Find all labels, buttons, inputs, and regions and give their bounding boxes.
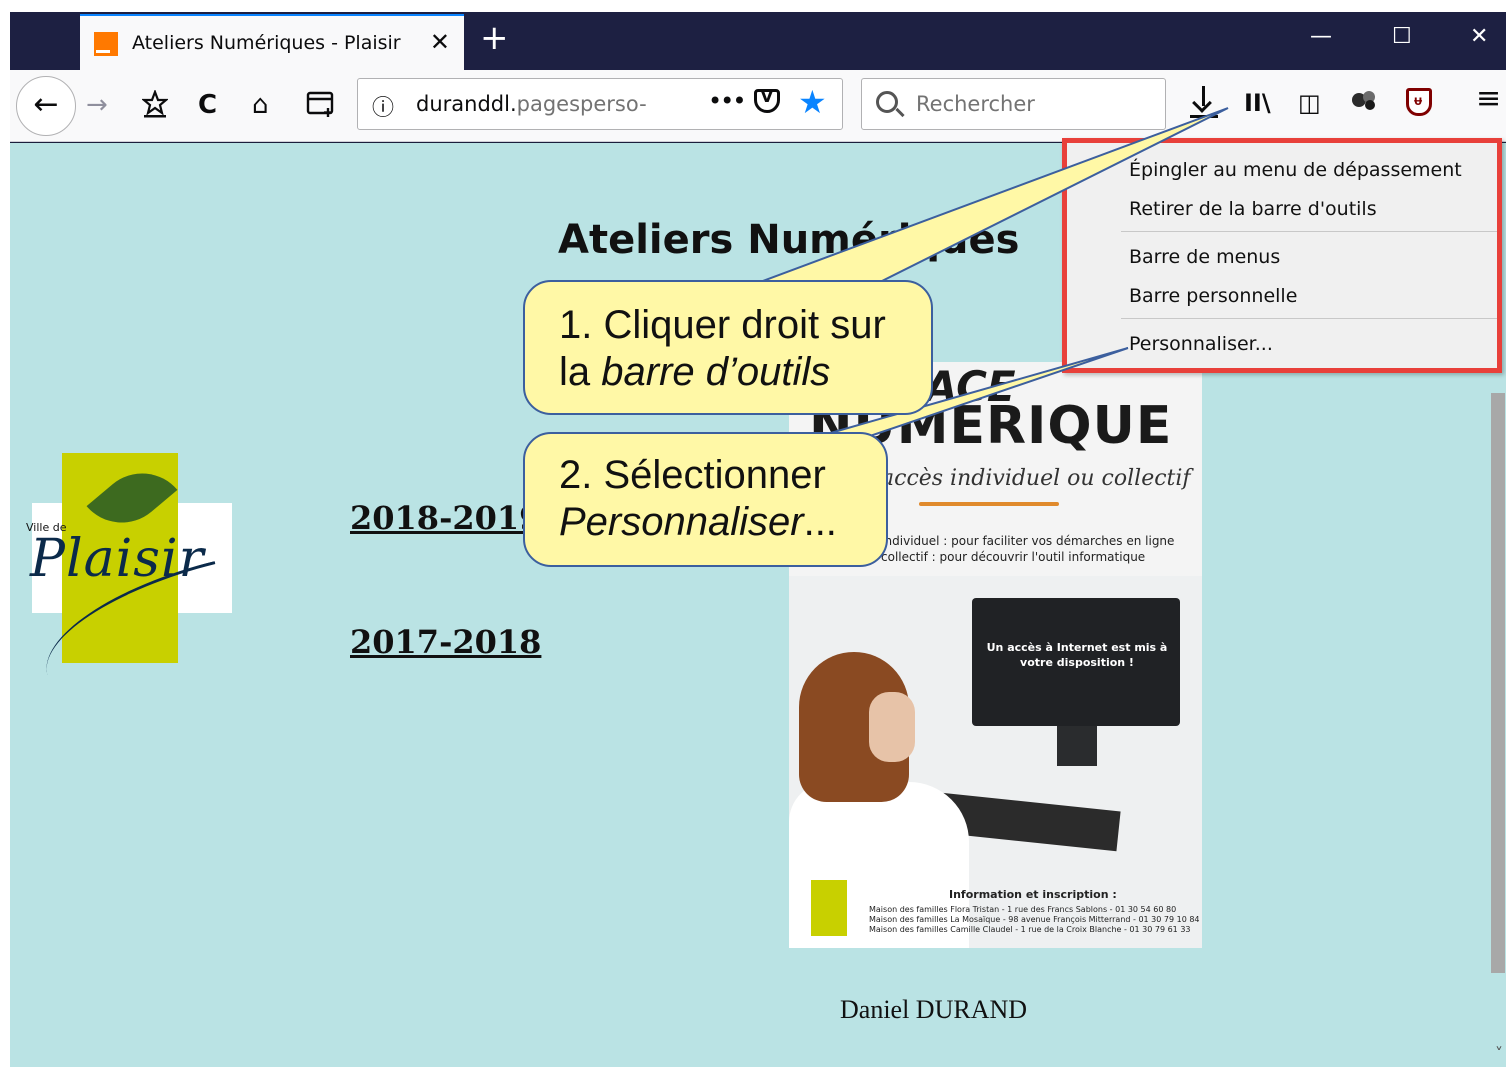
tab-close-icon[interactable]: ✕ bbox=[430, 28, 450, 56]
url-host: duranddl. bbox=[416, 92, 517, 116]
tab-active[interactable]: Ateliers Numériques - Plaisir ✕ bbox=[80, 14, 464, 70]
callout-step-2-suffix: ... bbox=[803, 500, 837, 544]
sidebar-icon[interactable]: ◫ bbox=[1298, 88, 1321, 118]
link-2018-2019[interactable]: 2018-2019 bbox=[350, 499, 541, 537]
bookmark-star-icon[interactable]: ★ bbox=[798, 85, 827, 119]
bookmark-manager-icon[interactable] bbox=[140, 88, 170, 125]
toolbar-context-menu: Épingler au menu de dépassement Retirer … bbox=[1062, 138, 1502, 373]
hamburger-menu-icon[interactable]: ≡ bbox=[1476, 84, 1501, 114]
menu-item-remove-from-toolbar[interactable]: Retirer de la barre d'outils bbox=[1129, 198, 1377, 220]
page-actions-more-icon[interactable]: ••• bbox=[708, 87, 746, 115]
poster-line-collectif: collectif : pour découvrir l'outil infor… bbox=[881, 550, 1146, 564]
plaisir-logo: Ville de Plaisir bbox=[26, 453, 236, 675]
back-button[interactable]: ← bbox=[16, 76, 76, 136]
menu-item-bookmarks-bar[interactable]: Barre personnelle bbox=[1129, 285, 1297, 307]
search-placeholder: Rechercher bbox=[916, 92, 1035, 116]
new-tab-button[interactable]: + bbox=[480, 18, 509, 58]
callout-step-1-prefix: la bbox=[559, 350, 602, 394]
link-2017-2018[interactable]: 2017-2018 bbox=[350, 623, 541, 661]
tab-title: Ateliers Numériques - Plaisir bbox=[132, 32, 401, 54]
navigation-toolbar[interactable]: ← → C ⌂ ⓘ duranddl.pagesperso- ••• ★ Rec… bbox=[10, 70, 1506, 142]
poster-line-individuel: Individuel : pour faciliter vos démarche… bbox=[881, 534, 1175, 548]
callout-step-2-line-2: Personnaliser... bbox=[559, 499, 837, 545]
maximize-button[interactable]: ☐ bbox=[1392, 22, 1412, 52]
callout-step-2: 2. Sélectionner Personnaliser... bbox=[523, 432, 888, 567]
page-title: Ateliers Numériques bbox=[558, 217, 1020, 263]
callout-step-1-line-1: 1. Cliquer droit sur bbox=[559, 303, 886, 347]
scroll-down-arrow-icon[interactable]: ˅ bbox=[1495, 1044, 1503, 1063]
site-info-icon[interactable]: ⓘ bbox=[372, 90, 394, 122]
poster-info-title: Information et inscription : bbox=[949, 888, 1117, 901]
minimize-button[interactable]: — bbox=[1310, 22, 1332, 52]
extension-icon[interactable] bbox=[1350, 88, 1378, 119]
pocket-icon[interactable] bbox=[754, 86, 780, 113]
poster-person bbox=[789, 622, 969, 948]
poster-screen-text: Un accès à Internet est mis à votre disp… bbox=[986, 641, 1168, 669]
callout-step-1-em: barre d’outils bbox=[601, 350, 831, 394]
callout-step-2-line-1: 2. Sélectionner bbox=[559, 453, 826, 497]
url-path: pagesperso- bbox=[516, 92, 647, 116]
poster-info-line: Maison des familles Flora Tristan - 1 ru… bbox=[869, 905, 1177, 914]
download-icon[interactable] bbox=[1190, 86, 1218, 120]
author-name: Daniel DURAND bbox=[840, 995, 1028, 1024]
title-bar: Ateliers Numériques - Plaisir ✕ + — ☐ ✕ bbox=[10, 12, 1506, 70]
url-text[interactable]: duranddl.pagesperso- bbox=[416, 92, 647, 116]
orange-favicon-icon bbox=[94, 32, 118, 56]
callout-step-1-line-2: la barre d’outils bbox=[559, 349, 830, 395]
callout-step-1: 1. Cliquer droit sur la barre d’outils bbox=[523, 280, 933, 415]
menu-item-customize[interactable]: Personnaliser... bbox=[1129, 333, 1273, 355]
search-bar[interactable]: Rechercher bbox=[861, 78, 1166, 130]
scrollbar-thumb[interactable] bbox=[1491, 393, 1505, 973]
menu-item-pin-overflow[interactable]: Épingler au menu de dépassement bbox=[1129, 159, 1462, 181]
home-button[interactable]: ⌂ bbox=[252, 90, 269, 120]
menu-item-menu-bar[interactable]: Barre de menus bbox=[1129, 246, 1280, 268]
reload-button[interactable]: C bbox=[198, 90, 217, 120]
poster-monitor: Un accès à Internet est mis à votre disp… bbox=[972, 598, 1180, 726]
poster-mini-logo bbox=[811, 880, 847, 936]
search-icon bbox=[876, 91, 898, 113]
poster-info-line: Maison des familles Camille Claudel - 1 … bbox=[869, 925, 1191, 934]
poster-tagline: accès individuel ou collectif bbox=[881, 466, 1191, 491]
library-icon[interactable]: II\ bbox=[1244, 88, 1271, 118]
forward-button[interactable]: → bbox=[86, 90, 108, 120]
url-bar[interactable]: ⓘ duranddl.pagesperso- ••• ★ bbox=[357, 78, 843, 130]
screenshot-icon[interactable] bbox=[306, 90, 336, 125]
close-window-button[interactable]: ✕ bbox=[1470, 22, 1488, 52]
ublock-shield-icon[interactable]: ᵾ bbox=[1406, 88, 1432, 116]
poster-info-line: Maison des familles La Mosaïque - 98 ave… bbox=[869, 915, 1200, 924]
callout-step-2-em: Personnaliser bbox=[559, 500, 804, 544]
